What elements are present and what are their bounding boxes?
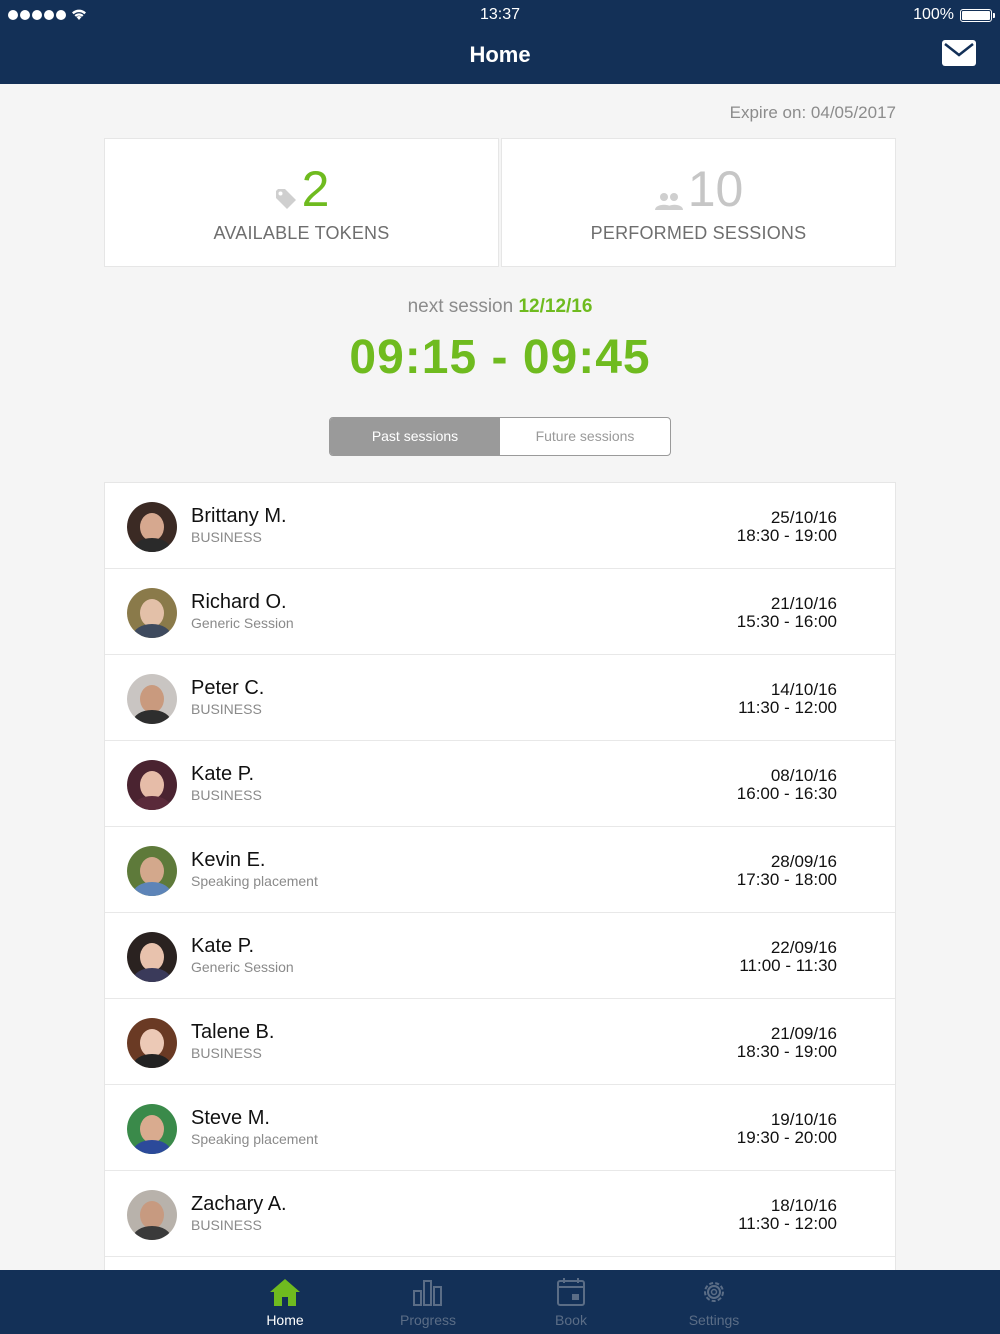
tokens-card: 2 AVAILABLE TOKENS <box>104 138 499 267</box>
session-subject: BUSINESS <box>191 1045 262 1061</box>
teacher-name: Zachary A. <box>191 1193 287 1215</box>
session-row[interactable]: Steve M. Speaking placement 19/10/16 19:… <box>105 1085 895 1171</box>
next-session-prefix: next session <box>407 296 514 317</box>
status-bar: 13:37 100% <box>0 0 1000 30</box>
session-date: 28/09/16 <box>770 852 837 871</box>
next-session-label: next session 12/12/16 <box>0 296 1000 318</box>
teacher-name: Peter C. <box>191 677 265 699</box>
status-time: 13:37 <box>479 6 521 23</box>
avatar <box>127 588 177 638</box>
mail-icon[interactable] <box>942 40 976 66</box>
future-sessions-tab[interactable]: Future sessions <box>500 418 670 455</box>
home-icon <box>270 1279 300 1306</box>
people-icon <box>654 193 683 210</box>
session-date: 18/10/16 <box>770 1196 837 1215</box>
teacher-name: Talene B. <box>191 1021 275 1043</box>
tab-home[interactable]: Home <box>230 1270 340 1334</box>
session-date: 21/09/16 <box>770 1024 837 1043</box>
session-subject: Generic Session <box>191 959 294 975</box>
session-row[interactable]: Kate P. BUSINESS 08/10/16 16:00 - 16:30 <box>105 741 895 827</box>
avatar <box>127 1018 177 1068</box>
session-row[interactable]: Kate P. Generic Session 22/09/16 11:00 -… <box>105 913 895 999</box>
session-row[interactable]: Peter C. BUSINESS 14/10/16 11:30 - 12:00 <box>105 655 895 741</box>
session-hours: 18:30 - 19:00 <box>736 1042 837 1061</box>
session-hours: 18:30 - 19:00 <box>736 526 837 545</box>
session-hours: 16:00 - 16:30 <box>736 784 837 803</box>
sessions-count: 10 <box>687 161 744 217</box>
tokens-count: 2 <box>301 161 330 217</box>
avatar <box>127 502 177 552</box>
session-hours: 19:30 - 20:00 <box>736 1128 837 1147</box>
sessions-list: Brittany M. BUSINESS 25/10/16 18:30 - 19… <box>104 482 896 1270</box>
page-title: Home <box>469 42 531 67</box>
stats-cards: 2 AVAILABLE TOKENS 10 PERFORMED SESSIONS <box>104 138 896 267</box>
session-row[interactable]: Zachary A. BUSINESS 18/10/16 11:30 - 12:… <box>105 1171 895 1257</box>
sessions-card: 10 PERFORMED SESSIONS <box>501 138 896 267</box>
tab-progress[interactable]: Progress <box>373 1270 483 1334</box>
top-bar: 13:37 100% Home <box>0 0 1000 84</box>
session-date: 22/09/16 <box>770 938 837 957</box>
tag-icon <box>275 189 296 209</box>
session-date: 21/10/16 <box>770 594 837 613</box>
tokens-label: AVAILABLE TOKENS <box>213 223 390 243</box>
expire-date: Expire on: 04/05/2017 <box>729 103 896 122</box>
tab-book[interactable]: Book <box>516 1270 626 1334</box>
sessions-segmented-control: Past sessions Future sessions <box>329 417 671 456</box>
tab-home-label: Home <box>266 1312 304 1328</box>
session-hours: 11:30 - 12:00 <box>738 698 837 717</box>
tab-book-label: Book <box>555 1312 587 1328</box>
avatar <box>127 760 177 810</box>
session-subject: Generic Session <box>191 615 294 631</box>
session-subject: BUSINESS <box>191 529 262 545</box>
past-sessions-tab[interactable]: Past sessions <box>330 418 500 455</box>
session-hours: 15:30 - 16:00 <box>736 612 837 631</box>
session-row[interactable]: Kevin E. Speaking placement 28/09/16 17:… <box>105 827 895 913</box>
session-hours: 11:00 - 11:30 <box>739 956 837 975</box>
tab-progress-label: Progress <box>399 1312 457 1328</box>
next-session-date: 12/12/16 <box>518 296 593 317</box>
session-subject: BUSINESS <box>191 701 262 717</box>
battery-percentage: 100% <box>913 6 954 23</box>
session-hours: 11:30 - 12:00 <box>738 1214 837 1233</box>
tab-settings-label: Settings <box>688 1312 740 1328</box>
session-row[interactable]: Richard O. Generic Session 21/10/16 15:3… <box>105 569 895 655</box>
teacher-name: Steve M. <box>191 1107 270 1129</box>
session-subject: BUSINESS <box>191 787 262 803</box>
teacher-name: Kevin E. <box>191 849 266 871</box>
avatar <box>127 932 177 982</box>
session-date: 08/10/16 <box>770 766 837 785</box>
session-date: 14/10/16 <box>770 680 837 699</box>
gear-icon <box>704 1282 724 1302</box>
battery-icon <box>960 9 995 22</box>
teacher-name: Kate P. <box>191 935 255 957</box>
session-subject: BUSINESS <box>191 1217 262 1233</box>
teacher-name: Richard O. <box>191 591 287 613</box>
tab-settings[interactable]: Settings <box>659 1270 769 1334</box>
session-date: 19/10/16 <box>770 1110 837 1129</box>
session-hours: 17:30 - 18:00 <box>736 870 837 889</box>
avatar <box>127 674 177 724</box>
avatar <box>127 846 177 896</box>
tab-bar: Home Progress Book Settings <box>0 1270 1000 1334</box>
session-row[interactable]: Talene B. BUSINESS 21/09/16 18:30 - 19:0… <box>105 999 895 1085</box>
teacher-name: Kate P. <box>191 763 255 785</box>
calendar-icon <box>557 1278 585 1306</box>
avatar <box>127 1190 177 1240</box>
next-session-time: 09:15 - 09:45 <box>349 331 651 384</box>
session-date: 25/10/16 <box>770 508 837 527</box>
bar-chart-icon <box>413 1280 442 1306</box>
avatar <box>127 1104 177 1154</box>
session-subject: Speaking placement <box>191 873 318 889</box>
session-subject: Speaking placement <box>191 1131 318 1147</box>
teacher-name: Brittany M. <box>191 505 287 527</box>
session-row[interactable]: Brittany M. BUSINESS 25/10/16 18:30 - 19… <box>105 483 895 569</box>
sessions-label: PERFORMED SESSIONS <box>590 223 807 243</box>
